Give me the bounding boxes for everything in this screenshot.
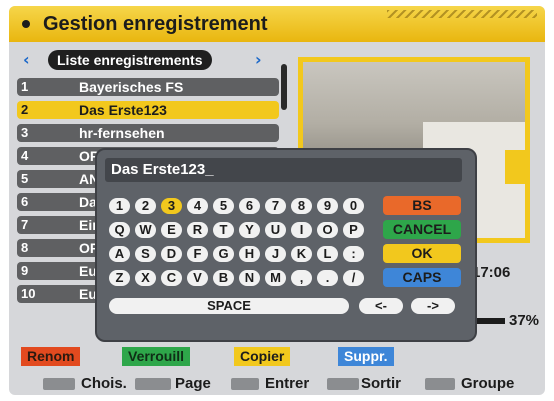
key-1-8[interactable]: 8 [291,198,312,214]
key-3-10[interactable]: : [343,246,364,262]
tab-recordings-list[interactable]: Liste enregistrements [48,50,212,70]
hint-page: Page [175,375,211,392]
key-4-6[interactable]: N [239,270,260,286]
key-4-8[interactable]: , [291,270,312,286]
key-1-10[interactable]: 0 [343,198,364,214]
key-4-1[interactable]: Z [109,270,130,286]
hint-enter: Entrer [265,375,310,392]
title-bullet-icon [22,20,30,28]
ok-key[interactable]: OK [383,244,461,263]
name-input-value: Das Erste123_ [111,161,214,178]
row-number: 7 [21,217,29,232]
key-1-3[interactable]: 3 [161,198,182,214]
row-number: 8 [21,240,29,255]
updown-key-icon [43,378,75,390]
preview-logo-shape [505,150,529,184]
key-3-6[interactable]: H [239,246,260,262]
key-4-2[interactable]: X [135,270,156,286]
row-number: 6 [21,194,29,209]
recording-row[interactable]: 3 hr-fernsehen [17,124,279,142]
tab-next-arrow-icon[interactable]: › [255,50,262,69]
hint-select: Chois. [81,375,127,392]
rename-button[interactable]: Renom [21,347,81,366]
page-title: Gestion enregistrement [43,13,268,35]
clock-time: 17:06 [472,264,511,281]
key-2-6[interactable]: Y [239,222,260,238]
key-2-10[interactable]: P [343,222,364,238]
signal-bar [477,318,505,324]
page-key-icon [135,378,171,390]
key-4-5[interactable]: B [213,270,234,286]
tab-prev-arrow-icon[interactable]: ‹ [23,50,30,69]
key-2-3[interactable]: E [161,222,182,238]
key-3-5[interactable]: G [213,246,234,262]
leftright-key-icon [425,378,455,390]
delete-button[interactable]: Suppr. [338,347,394,366]
key-2-7[interactable]: U [265,222,286,238]
key-1-1[interactable]: 1 [109,198,130,214]
list-scrollbar[interactable] [281,64,287,110]
key-3-1[interactable]: A [109,246,130,262]
key-4-7[interactable]: M [265,270,286,286]
header-stripes [387,10,537,18]
key-1-4[interactable]: 4 [187,198,208,214]
row-number: 4 [21,148,29,163]
row-name: hr-fernsehen [79,125,165,141]
row-number: 2 [21,102,29,117]
key-1-7[interactable]: 7 [265,198,286,214]
key-3-7[interactable]: J [265,246,286,262]
key-3-8[interactable]: K [291,246,312,262]
key-3-9[interactable]: L [317,246,338,262]
name-input[interactable]: Das Erste123_ [105,158,462,182]
key-1-2[interactable]: 2 [135,198,156,214]
key-1-5[interactable]: 5 [213,198,234,214]
key-4-10[interactable]: / [343,270,364,286]
key-3-4[interactable]: F [187,246,208,262]
ok-key-icon [231,378,259,390]
key-4-3[interactable]: C [161,270,182,286]
caps-key[interactable]: CAPS [383,268,461,287]
row-name: Das Erste123 [79,102,167,118]
key-4-4[interactable]: V [187,270,208,286]
key-2-2[interactable]: W [135,222,156,238]
space-key[interactable]: SPACE [109,298,349,314]
recording-row[interactable]: 1 Bayerisches FS [17,78,279,96]
key-2-9[interactable]: O [317,222,338,238]
virtual-keyboard: Das Erste123_ 1234567890 QWERTYUIOP ASDFGH… [95,148,477,342]
cancel-key[interactable]: CANCEL [383,220,461,239]
hint-exit: Sortir [361,375,402,392]
row-number: 1 [21,79,29,94]
row-number: 5 [21,171,29,186]
key-3-3[interactable]: D [161,246,182,262]
key-3-2[interactable]: S [135,246,156,262]
hint-group: Groupe [461,375,515,392]
percent-value: 37% [509,312,540,329]
key-2-5[interactable]: T [213,222,234,238]
backspace-key[interactable]: BS [383,196,461,215]
key-2-8[interactable]: I [291,222,312,238]
lock-button[interactable]: Verrouill [122,347,191,366]
copy-button[interactable]: Copier [234,347,291,366]
key-2-1[interactable]: Q [109,222,130,238]
key-2-4[interactable]: R [187,222,208,238]
row-number: 3 [21,125,29,140]
menu-key-icon [327,378,359,390]
key-4-9[interactable]: . [317,270,338,286]
row-number: 10 [21,286,36,301]
key-1-9[interactable]: 9 [317,198,338,214]
recording-row-selected[interactable]: 2 Das Erste123 [17,101,279,119]
key-1-6[interactable]: 6 [239,198,260,214]
row-name: Bayerisches FS [79,79,184,95]
cursor-left-key[interactable]: <- [359,298,403,314]
cursor-right-key[interactable]: -> [411,298,455,314]
row-number: 9 [21,263,29,278]
